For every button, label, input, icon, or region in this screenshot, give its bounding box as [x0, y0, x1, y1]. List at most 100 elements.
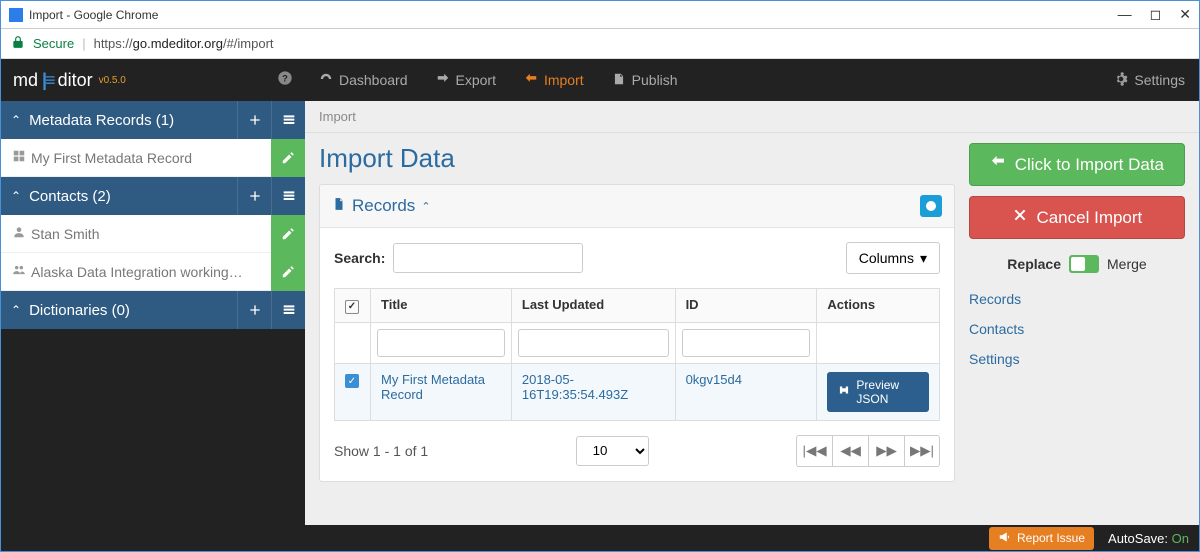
sidebar-section-metadata[interactable]: ⌃ Metadata Records (1)	[1, 101, 305, 139]
row-checkbox[interactable]: ✓	[345, 374, 359, 388]
nav-dashboard[interactable]: Dashboard	[305, 59, 422, 101]
col-last-updated[interactable]: Last Updated	[511, 289, 675, 323]
select-all-checkbox[interactable]: ✓	[345, 300, 359, 314]
list-dictionaries-button[interactable]	[271, 291, 305, 329]
cancel-button-label: Cancel Import	[1036, 208, 1142, 227]
grid-icon	[1, 149, 31, 166]
nav-export[interactable]: Export	[422, 59, 510, 101]
publish-icon	[612, 72, 626, 89]
close-icon	[1012, 208, 1028, 227]
lock-icon	[11, 35, 25, 52]
users-icon	[1, 263, 31, 280]
col-id[interactable]: ID	[675, 289, 817, 323]
secure-label: Secure	[33, 36, 74, 51]
filter-id-input[interactable]	[682, 329, 811, 357]
link-records[interactable]: Records	[969, 291, 1185, 307]
page-size-select[interactable]: 10	[576, 436, 649, 466]
link-settings[interactable]: Settings	[969, 351, 1185, 367]
toggle-label-left: Replace	[1007, 256, 1061, 272]
app-logo: md|≡ditorv0.5.0	[13, 70, 126, 91]
binoculars-icon	[837, 383, 851, 400]
chevron-up-icon: ⌃	[1, 303, 29, 317]
list-contacts-button[interactable]	[271, 177, 305, 215]
import-data-button[interactable]: Click to Import Data	[969, 143, 1185, 186]
breadcrumb: Import	[305, 101, 1199, 133]
panel-title-text: Records	[352, 196, 415, 216]
search-input[interactable]	[393, 243, 583, 273]
status-bar: Report Issue AutoSave: On	[1, 525, 1199, 551]
first-page-button[interactable]: |◀◀	[796, 435, 832, 467]
records-panel: Records ⌃ Search: Columns	[319, 184, 955, 482]
gear-icon	[1114, 72, 1128, 89]
sidebar-item-label: Alaska Data Integration working…	[31, 264, 271, 280]
sidebar-section-dictionaries[interactable]: ⌃ Dictionaries (0)	[1, 291, 305, 329]
window-title: Import - Google Chrome	[29, 8, 158, 22]
export-icon	[436, 72, 450, 89]
filter-title-input[interactable]	[377, 329, 505, 357]
import-icon	[524, 72, 538, 89]
cell-id: 0kgv15d4	[675, 363, 817, 420]
file-icon	[332, 196, 346, 216]
report-label: Report Issue	[1017, 531, 1085, 545]
columns-button[interactable]: Columns ▾	[846, 242, 940, 274]
user-icon	[1, 225, 31, 242]
nav-dashboard-label: Dashboard	[339, 72, 408, 88]
sidebar-item-contact-1[interactable]: Alaska Data Integration working…	[1, 253, 305, 291]
sidebar: ⌃ Metadata Records (1) My First Metadata…	[1, 101, 305, 525]
page-title: Import Data	[319, 143, 955, 174]
chevron-up-icon: ⌃	[1, 113, 29, 127]
search-label: Search:	[334, 250, 385, 266]
nav-publish[interactable]: Publish	[598, 59, 692, 101]
nav-import[interactable]: Import	[510, 59, 598, 101]
prev-page-button[interactable]: ◀◀	[832, 435, 868, 467]
signin-icon	[990, 155, 1006, 174]
chevron-up-icon: ⌃	[421, 200, 430, 213]
nav-settings[interactable]: Settings	[1114, 59, 1199, 101]
report-issue-button[interactable]: Report Issue	[989, 527, 1094, 550]
preview-label: Preview JSON	[856, 378, 919, 406]
panel-title[interactable]: Records ⌃	[332, 196, 431, 216]
add-metadata-button[interactable]	[237, 101, 271, 139]
chevron-up-icon: ⌃	[1, 189, 29, 203]
table-row[interactable]: ✓ My First Metadata Record 2018-05-16T19…	[335, 363, 940, 420]
last-page-button[interactable]: ▶▶|	[904, 435, 940, 467]
add-contact-button[interactable]	[237, 177, 271, 215]
next-page-button[interactable]: ▶▶	[868, 435, 904, 467]
nav-import-label: Import	[544, 72, 584, 88]
pagination: |◀◀ ◀◀ ▶▶ ▶▶|	[796, 435, 940, 467]
close-button[interactable]: ✕	[1179, 6, 1191, 23]
app-icon	[9, 8, 23, 22]
sidebar-section-label: Contacts (2)	[29, 188, 237, 205]
link-contacts[interactable]: Contacts	[969, 321, 1185, 337]
window-titlebar: Import - Google Chrome — ◻ ✕	[1, 1, 1199, 29]
svg-text:?: ?	[282, 73, 288, 83]
cell-updated: 2018-05-16T19:35:54.493Z	[511, 363, 675, 420]
minimize-button[interactable]: —	[1118, 6, 1132, 23]
sidebar-item-contact-0[interactable]: Stan Smith	[1, 215, 305, 253]
url-text[interactable]: https://go.mdeditor.org/#/import	[94, 36, 274, 51]
sidebar-section-contacts[interactable]: ⌃ Contacts (2)	[1, 177, 305, 215]
col-actions: Actions	[817, 289, 940, 323]
cancel-import-button[interactable]: Cancel Import	[969, 196, 1185, 239]
nav-export-label: Export	[456, 72, 496, 88]
sidebar-section-label: Metadata Records (1)	[29, 112, 237, 129]
filter-updated-input[interactable]	[518, 329, 669, 357]
help-icon[interactable]: ?	[277, 70, 293, 91]
sidebar-item-metadata-0[interactable]: My First Metadata Record	[1, 139, 305, 177]
sidebar-section-label: Dictionaries (0)	[29, 302, 237, 319]
edit-button[interactable]	[271, 139, 305, 177]
list-metadata-button[interactable]	[271, 101, 305, 139]
panel-toggle-button[interactable]	[920, 195, 942, 217]
sidebar-item-label: Stan Smith	[31, 226, 271, 242]
caret-down-icon: ▾	[920, 250, 927, 267]
col-title[interactable]: Title	[371, 289, 512, 323]
edit-button[interactable]	[271, 253, 305, 291]
maximize-button[interactable]: ◻	[1150, 6, 1162, 23]
preview-json-button[interactable]: Preview JSON	[827, 372, 929, 412]
dashboard-icon	[319, 72, 333, 89]
import-button-label: Click to Import Data	[1015, 155, 1164, 174]
columns-label: Columns	[859, 250, 914, 266]
add-dictionary-button[interactable]	[237, 291, 271, 329]
edit-button[interactable]	[271, 215, 305, 253]
replace-merge-toggle[interactable]	[1069, 255, 1099, 273]
